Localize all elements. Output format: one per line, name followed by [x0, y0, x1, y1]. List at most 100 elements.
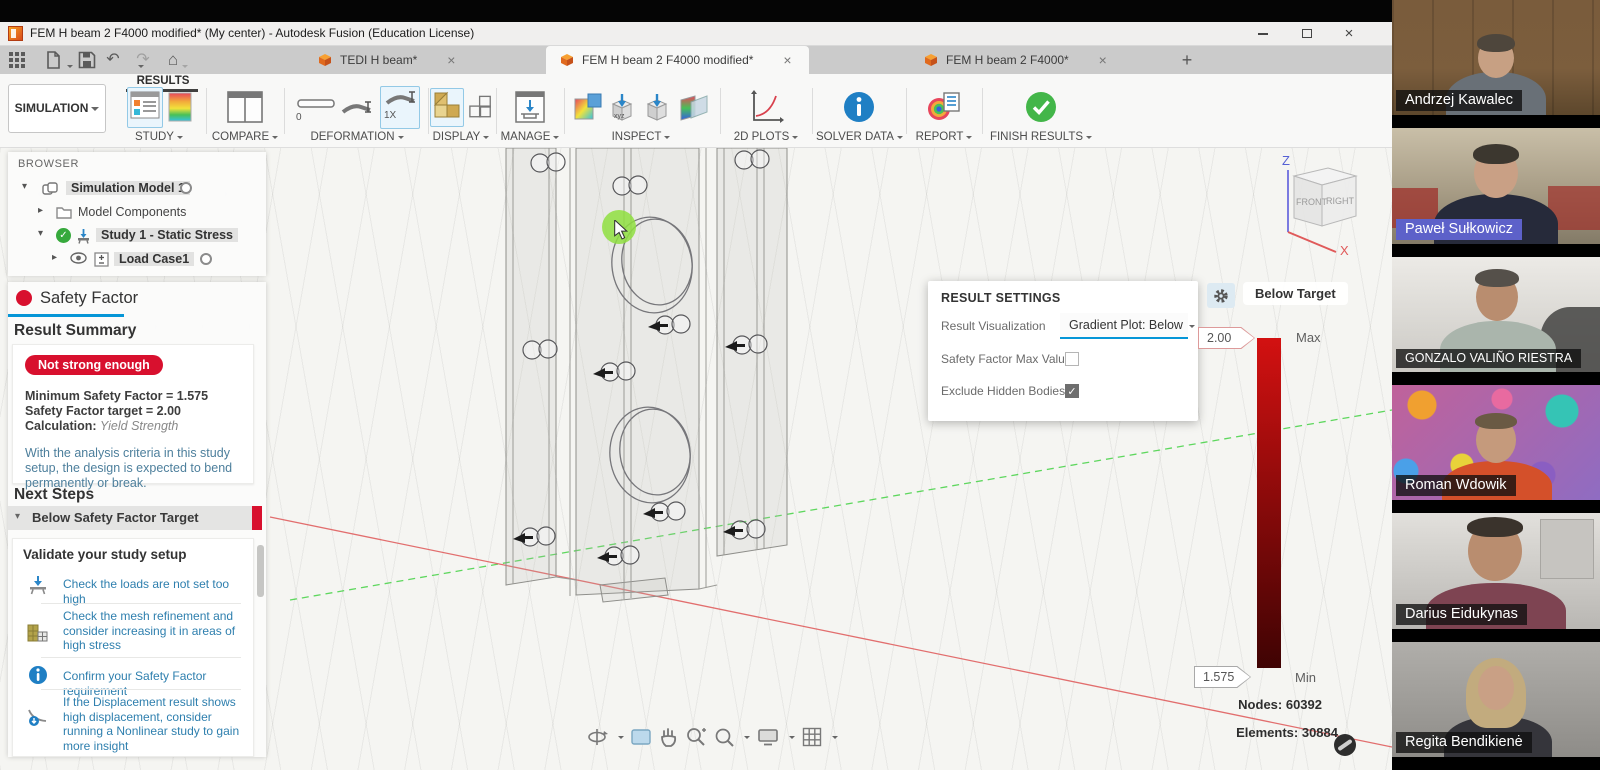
below-target-group-header[interactable]: ▾ Below Safety Factor Target: [8, 506, 258, 530]
expand-icon[interactable]: ▾: [38, 228, 43, 239]
visibility-eye-icon[interactable]: [70, 252, 87, 264]
toolbar-group-finish-results[interactable]: FINISH RESULTS: [986, 86, 1096, 143]
toolbar-group-solver-data[interactable]: SOLVER DATA: [816, 86, 902, 143]
tab-fem-h-beam-modified[interactable]: FEM H beam 2 F4000 modified* ×: [546, 46, 809, 74]
exclude-hidden-checkbox[interactable]: ✓: [1065, 384, 1079, 398]
report-icon[interactable]: [927, 91, 961, 123]
activate-radio[interactable]: [180, 182, 192, 194]
toolbar-group-deformation[interactable]: 0 1X DEFORMATION: [288, 86, 426, 143]
zoom-icon[interactable]: [685, 727, 707, 747]
undo-icon[interactable]: ↶: [104, 51, 122, 69]
toolbar-group-inspect[interactable]: xyz INSPECT: [568, 86, 714, 143]
step-link[interactable]: Confirm your Safety Factor requirement: [63, 669, 249, 698]
deformation-actual-icon[interactable]: [341, 92, 375, 122]
step-link[interactable]: Check the loads are not set too high: [63, 577, 249, 606]
fit-icon[interactable]: [714, 727, 734, 747]
look-at-icon[interactable]: [631, 728, 651, 746]
legend-settings-button[interactable]: [1207, 283, 1235, 308]
model-icon: [42, 181, 58, 197]
deformation-undeformed-icon[interactable]: 0: [294, 92, 336, 122]
toolbar-group-study[interactable]: STUDY: [116, 86, 202, 143]
compare-icon[interactable]: [226, 90, 264, 124]
file-menu-caret[interactable]: [67, 65, 73, 71]
participant-tile[interactable]: Paweł Sułkowicz: [1392, 128, 1600, 257]
tree-item-label: Simulation Model 1: [66, 181, 190, 195]
workspace-selector[interactable]: SIMULATION: [8, 84, 106, 133]
manage-icon[interactable]: [513, 90, 547, 124]
calculation-line: Calculation: Yield Strength: [25, 419, 178, 433]
expand-icon[interactable]: ▾: [22, 181, 27, 192]
collapse-icon[interactable]: ▾: [15, 511, 20, 522]
expand-icon[interactable]: ▸: [52, 252, 57, 263]
participant-tile[interactable]: Regita Bendikienė: [1392, 642, 1600, 770]
save-icon[interactable]: [78, 51, 96, 69]
home-icon[interactable]: ⌂: [164, 51, 182, 69]
tab-close-icon[interactable]: ×: [779, 52, 795, 68]
participant-tile[interactable]: GONZALO VALIÑO RIESTRA: [1392, 257, 1600, 385]
redo-icon[interactable]: ↷: [134, 51, 152, 69]
grid-settings-icon[interactable]: [802, 727, 822, 747]
min-safety-factor-line: Minimum Safety Factor = 1.575: [25, 389, 208, 403]
inspect-result-icon[interactable]: [574, 93, 602, 121]
display-settings-icon[interactable]: [757, 728, 779, 746]
solver-data-icon[interactable]: [843, 91, 875, 123]
toolbar-group-display[interactable]: DISPLAY: [430, 86, 492, 143]
study-report-icon[interactable]: [127, 87, 163, 128]
participant-tile[interactable]: Andrzej Kawalec: [1392, 0, 1600, 128]
legend-min-input[interactable]: 1.575: [1194, 666, 1251, 688]
participant-tile[interactable]: Roman Wdowik: [1392, 385, 1600, 513]
visualization-label: Result Visualization: [941, 319, 1046, 333]
orbit-icon[interactable]: [586, 727, 608, 747]
view-cube[interactable]: Z X FRONT RIGHT: [1256, 150, 1366, 260]
visualization-dropdown[interactable]: Gradient Plot: Below: [1060, 313, 1188, 339]
participant-tile[interactable]: Darius Eidukynas: [1392, 513, 1600, 642]
mouse-cursor: [613, 220, 629, 240]
tree-item-load-case[interactable]: ▸ Load Case1: [8, 249, 266, 271]
toolbar-group-report[interactable]: REPORT: [910, 86, 978, 143]
activate-radio[interactable]: [200, 253, 212, 265]
panel-scrollbar-thumb[interactable]: [257, 545, 264, 597]
app-launcher-icon[interactable]: [8, 51, 26, 69]
redo-caret[interactable]: [182, 65, 188, 71]
tab-tedi-h-beam[interactable]: TEDI H beam* ×: [318, 46, 459, 74]
orbit-caret[interactable]: [618, 736, 624, 742]
display-settings-caret[interactable]: [789, 736, 795, 742]
deformation-scale-icon[interactable]: 1X: [380, 86, 420, 129]
tree-item-simulation-model[interactable]: ▾ Simulation Model 1: [8, 178, 266, 200]
toolbar-group-manage[interactable]: MANAGE: [500, 86, 560, 143]
finish-results-icon[interactable]: [1025, 91, 1057, 123]
grid-settings-caret[interactable]: [832, 736, 838, 742]
legend-max-input[interactable]: 2.00: [1198, 327, 1255, 349]
tab-close-icon[interactable]: ×: [1095, 52, 1111, 68]
new-tab-icon[interactable]: +: [1178, 51, 1196, 69]
viewcube-front-face: FRONT: [1296, 197, 1327, 207]
legend-color-bar[interactable]: [1257, 338, 1281, 668]
step-link[interactable]: If the Displacement result shows high di…: [63, 695, 249, 754]
tab-close-icon[interactable]: ×: [443, 52, 459, 68]
step-link[interactable]: Check the mesh refinement and consider i…: [63, 609, 249, 653]
report-label: REPORT: [916, 131, 964, 143]
maximize-button[interactable]: [1290, 22, 1324, 46]
display-visibility-icon[interactable]: [469, 94, 492, 120]
gear-icon: [1213, 288, 1229, 304]
file-menu-icon[interactable]: [44, 51, 62, 69]
active-result-underline: [8, 314, 124, 317]
tab-fem-h-beam[interactable]: FEM H beam 2 F4000* ×: [924, 46, 1111, 74]
max-value-checkbox[interactable]: [1065, 352, 1079, 366]
minimize-button[interactable]: [1246, 22, 1280, 46]
toolbar-group-2d-plots[interactable]: 2D PLOTS: [726, 86, 806, 143]
display-mesh-icon[interactable]: [430, 88, 464, 127]
inspect-probe-icon[interactable]: [642, 92, 672, 122]
inspect-slice-icon[interactable]: [677, 92, 709, 122]
close-button[interactable]: ×: [1332, 22, 1366, 46]
2d-plots-icon[interactable]: [748, 90, 784, 124]
tree-item-study-static-stress[interactable]: ▾ ✓ Study 1 - Static Stress: [8, 225, 266, 247]
folder-icon: [56, 205, 72, 219]
study-legend-icon[interactable]: [168, 92, 192, 122]
toolbar-group-compare[interactable]: COMPARE: [210, 86, 280, 143]
tree-item-model-components[interactable]: ▸ Model Components: [8, 202, 266, 224]
fit-caret[interactable]: [744, 736, 750, 742]
pan-hand-icon[interactable]: [658, 727, 678, 747]
expand-icon[interactable]: ▸: [38, 205, 43, 216]
inspect-point-xyz-icon[interactable]: xyz: [607, 92, 637, 122]
